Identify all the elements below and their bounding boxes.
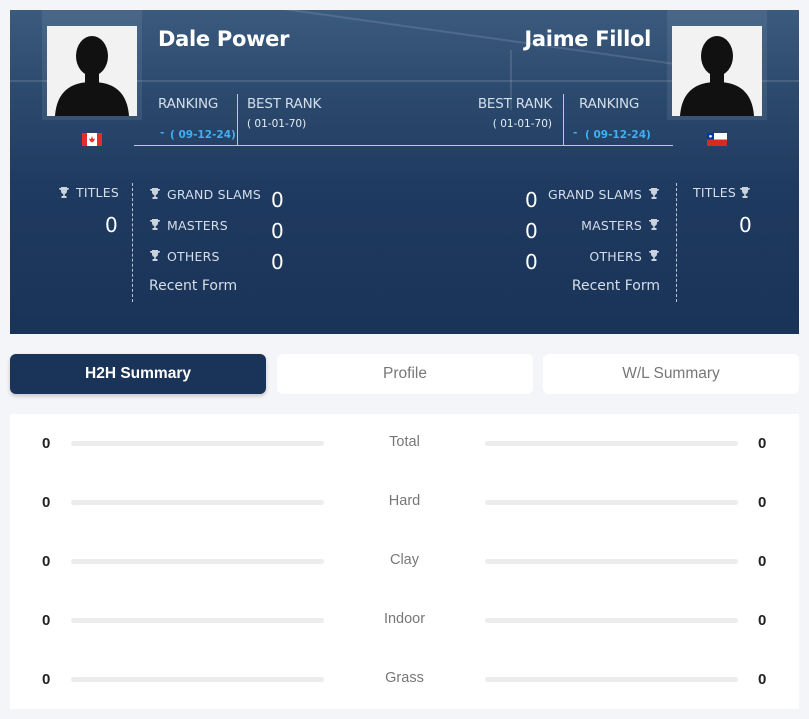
header-divider (134, 145, 673, 146)
trophy-icon (150, 188, 160, 199)
player2-grass-bar (485, 677, 738, 682)
player2-masters-value: 0 (525, 219, 538, 243)
player2-name[interactable]: Jaime Fillol (524, 27, 651, 51)
tab-profile[interactable]: Profile (277, 354, 533, 394)
player1-recent-form-label: Recent Form (149, 278, 238, 294)
summary-row-clay: 0 Clay 0 (10, 547, 799, 577)
player1-name[interactable]: Dale Power (158, 27, 289, 51)
player1-indoor-bar (71, 618, 324, 623)
player2-indoor-bar (485, 618, 738, 623)
player2-clay-bar (485, 559, 738, 564)
player1-clay: 0 (42, 553, 51, 570)
player1-grand-slams-label: GRAND SLAMS (167, 187, 262, 202)
player2-grand-slams-value: 0 (525, 188, 538, 212)
surface-label: Hard (388, 493, 421, 509)
player1-total: 0 (42, 435, 51, 452)
player1-titles-value: 0 (105, 213, 118, 237)
tab-wl-summary[interactable]: W/L Summary (543, 354, 799, 394)
player1-best-rank-label: BEST RANK (247, 96, 322, 112)
player1-grass-bar (71, 677, 324, 682)
player1-grand-slams-value: 0 (271, 188, 284, 212)
trophy-icon (649, 188, 659, 199)
player2-best-rank-date: ( 01-01-70) (492, 118, 552, 130)
trophy-icon (649, 250, 659, 261)
trophy-icon (150, 250, 160, 261)
player1-best-rank-date: ( 01-01-70) (247, 118, 307, 130)
player2-hard: 0 (758, 494, 767, 511)
player1-titles-label: TITLES (76, 185, 119, 200)
player1-indoor: 0 (42, 612, 51, 629)
player1-grass: 0 (42, 671, 51, 688)
player2-total: 0 (758, 435, 767, 452)
summary-row-indoor: 0 Indoor 0 (10, 606, 799, 636)
player2-titles-label: TITLES (693, 185, 736, 200)
player2-grand-slams-label: GRAND SLAMS (547, 187, 642, 202)
player2-titles-value: 0 (739, 213, 752, 237)
player2-others-label: OTHERS (589, 249, 642, 264)
tab-h2h-summary[interactable]: H2H Summary (10, 354, 266, 394)
trophy-icon (740, 187, 750, 198)
player1-hard: 0 (42, 494, 51, 511)
player-header: Dale Power Jaime Fillol RANKING - ( 09-1… (10, 10, 799, 334)
player2-indoor: 0 (758, 612, 767, 629)
player2-avatar[interactable] (672, 26, 762, 116)
divider (676, 183, 677, 302)
person-silhouette-icon (47, 26, 137, 116)
canada-flag-icon (82, 133, 102, 146)
player2-ranking-value: - (573, 127, 578, 139)
divider (563, 94, 564, 145)
player1-total-bar (71, 441, 324, 446)
player2-ranking-date: ( 09-12-24) (585, 129, 651, 141)
summary-row-total: 0 Total 0 (10, 429, 799, 459)
player1-ranking-value: - (160, 127, 165, 139)
chile-flag-icon (707, 133, 727, 146)
player2-masters-label: MASTERS (581, 218, 642, 233)
player1-ranking-date: ( 09-12-24) (170, 129, 236, 141)
summary-row-grass: 0 Grass 0 (10, 665, 799, 695)
trophy-icon (59, 187, 69, 198)
player1-masters-label: MASTERS (167, 218, 228, 233)
surface-label: Grass (385, 670, 424, 686)
player1-avatar[interactable] (47, 26, 137, 116)
surface-label: Indoor (383, 611, 426, 627)
divider (237, 94, 238, 145)
player1-hard-bar (71, 500, 324, 505)
player2-recent-form-label: Recent Form (571, 278, 660, 294)
player1-others-value: 0 (271, 250, 284, 274)
h2h-summary-panel: 0 Total 0 0 Hard 0 0 Clay 0 0 Indoor 0 0… (10, 414, 799, 709)
player2-total-bar (485, 441, 738, 446)
player1-masters-value: 0 (271, 219, 284, 243)
surface-label: Clay (389, 552, 419, 568)
trophy-icon (649, 219, 659, 230)
player2-best-rank-label: BEST RANK (477, 96, 552, 112)
summary-row-hard: 0 Hard 0 (10, 488, 799, 518)
player2-ranking-label: RANKING (579, 96, 640, 112)
divider (132, 183, 133, 302)
surface-label: Total (389, 434, 420, 450)
player2-others-value: 0 (525, 250, 538, 274)
player1-ranking-label: RANKING (158, 96, 219, 112)
player1-clay-bar (71, 559, 324, 564)
player2-grass: 0 (758, 671, 767, 688)
player2-hard-bar (485, 500, 738, 505)
person-silhouette-icon (672, 26, 762, 116)
player1-others-label: OTHERS (167, 249, 220, 264)
player2-clay: 0 (758, 553, 767, 570)
trophy-icon (150, 219, 160, 230)
